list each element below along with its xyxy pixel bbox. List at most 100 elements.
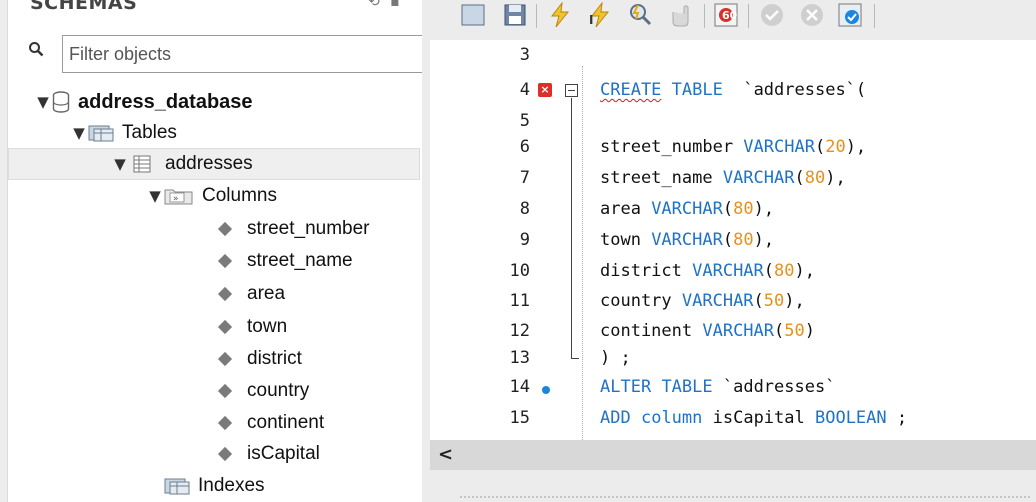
toggle-autocommit-icon: [838, 3, 862, 27]
column-name: district: [600, 261, 693, 281]
execute-button[interactable]: [546, 0, 574, 30]
column-diamond-icon: [217, 319, 233, 335]
fold-toggle-icon[interactable]: [565, 84, 578, 97]
column-name: isCapital: [702, 408, 815, 428]
tree-item-address-database[interactable]: ▼ address_database: [34, 86, 253, 118]
schemas-title: SCHEMAS: [30, 0, 138, 14]
type-size: 80: [733, 199, 754, 219]
sql-editor-area: I 60 3 4 5 6 7 8 9 10 11 12 13 14 15 × C…: [422, 0, 1036, 502]
paren-open: (: [774, 321, 785, 341]
expand-arrow-icon[interactable]: ▼: [70, 124, 88, 142]
line-number: 15: [509, 408, 530, 428]
column-item[interactable]: street_number: [217, 213, 370, 245]
column-item[interactable]: district: [217, 343, 302, 375]
stop-on-error-icon: 60: [714, 3, 738, 27]
table-icon: [133, 155, 151, 173]
expand-arrow-icon[interactable]: ▼: [146, 187, 164, 205]
save-button[interactable]: [502, 0, 528, 30]
column-item[interactable]: area: [217, 278, 285, 310]
paren-open: (: [753, 291, 764, 311]
filter-objects-input[interactable]: [62, 35, 430, 73]
line-number: 7: [519, 168, 530, 188]
explain-icon: [630, 4, 652, 26]
column-name: street_name: [600, 168, 723, 188]
toggle-error-button[interactable]: 60: [712, 0, 740, 30]
line-number: 14: [509, 377, 530, 397]
toolbar-separator: [874, 4, 875, 28]
column-label: district: [247, 348, 302, 369]
column-diamond-icon: [217, 415, 233, 431]
code-editor[interactable]: 3 4 5 6 7 8 9 10 11 12 13 14 15 × CREATE…: [430, 40, 1036, 440]
tree-item-tables[interactable]: ▼ Tables: [70, 117, 177, 149]
keyword-table: TABLE: [661, 377, 713, 397]
syntax-error-marker-icon[interactable]: ×: [538, 83, 552, 97]
scroll-left-arrow-icon[interactable]: <: [438, 444, 453, 465]
tree-item-indexes[interactable]: Indexes: [164, 470, 265, 502]
keyword-table: TABLE: [671, 80, 723, 100]
code-line: town VARCHAR(80),: [600, 230, 774, 250]
line-number: 9: [519, 230, 530, 250]
column-label: street_number: [247, 218, 370, 239]
paren-open: (: [722, 230, 734, 250]
column-item[interactable]: street_name: [217, 245, 353, 277]
line-number: 13: [509, 348, 530, 368]
editor-toolbar: I 60: [422, 0, 1036, 40]
svg-text:»: »: [173, 194, 179, 204]
paren-close: ),: [784, 291, 805, 311]
horizontal-scrollbar[interactable]: <: [430, 440, 1036, 470]
line-number: 11: [509, 291, 530, 311]
index-folder-icon: [164, 478, 190, 495]
tree-item-addresses[interactable]: ▼ addresses: [8, 148, 420, 180]
expand-arrow-icon[interactable]: ▼: [111, 155, 129, 173]
pin-icon[interactable]: ▪: [390, 0, 400, 10]
keyword-add: ADD: [600, 408, 631, 428]
expand-arrow-icon[interactable]: ▼: [34, 93, 52, 111]
type-size: 80: [804, 168, 826, 188]
column-diamond-icon: [217, 351, 233, 367]
column-name: continent: [600, 321, 703, 341]
rollback-button[interactable]: [798, 0, 826, 30]
line-number: 3: [519, 45, 530, 65]
open-file-button[interactable]: [460, 0, 486, 30]
paren-close: ),: [794, 261, 815, 281]
column-item[interactable]: town: [217, 311, 287, 343]
line-number: 10: [509, 261, 530, 281]
panel-divider[interactable]: [460, 496, 1030, 498]
column-item[interactable]: continent: [217, 407, 325, 439]
column-diamond-icon: [217, 221, 233, 237]
line-number: 5: [519, 111, 530, 131]
column-label: street_name: [247, 250, 353, 271]
stop-icon: [672, 5, 689, 27]
column-name: street_number: [600, 137, 744, 157]
statement-marker-icon: [542, 386, 550, 394]
column-item[interactable]: country: [217, 375, 309, 407]
type-keyword: BOOLEAN: [814, 408, 887, 428]
keyword-column: column: [640, 408, 703, 428]
schemas-header-icons[interactable]: ⟲ ▪: [368, 0, 400, 10]
keyword-alter: ALTER: [600, 377, 652, 397]
folder-icon: [461, 4, 485, 26]
column-item[interactable]: isCapital: [217, 438, 320, 470]
column-label: continent: [247, 412, 325, 433]
code-line: continent VARCHAR(50): [600, 321, 815, 341]
paren-open: (: [722, 199, 734, 219]
code-line: country VARCHAR(50),: [600, 291, 805, 311]
save-icon: [504, 4, 526, 26]
panel-edge: [0, 0, 8, 502]
database-icon: [52, 91, 70, 113]
autocommit-button[interactable]: [836, 0, 864, 30]
keyword-create: CREATE: [600, 80, 662, 100]
stop-button[interactable]: [666, 0, 694, 30]
refresh-icon[interactable]: ⟲: [368, 0, 380, 10]
type-keyword: VARCHAR: [651, 199, 723, 219]
fold-guide: [571, 98, 572, 358]
tree-item-label: Columns: [202, 185, 277, 206]
tree-item-label: Indexes: [198, 475, 265, 496]
code-line: street_name VARCHAR(80),: [600, 168, 846, 188]
commit-button[interactable]: [758, 0, 786, 30]
column-label: isCapital: [247, 443, 320, 464]
execute-current-button[interactable]: I: [586, 0, 614, 30]
tree-item-columns[interactable]: ▼ » Columns: [146, 180, 277, 212]
explain-button[interactable]: [626, 0, 654, 30]
column-diamond-icon: [217, 446, 233, 462]
